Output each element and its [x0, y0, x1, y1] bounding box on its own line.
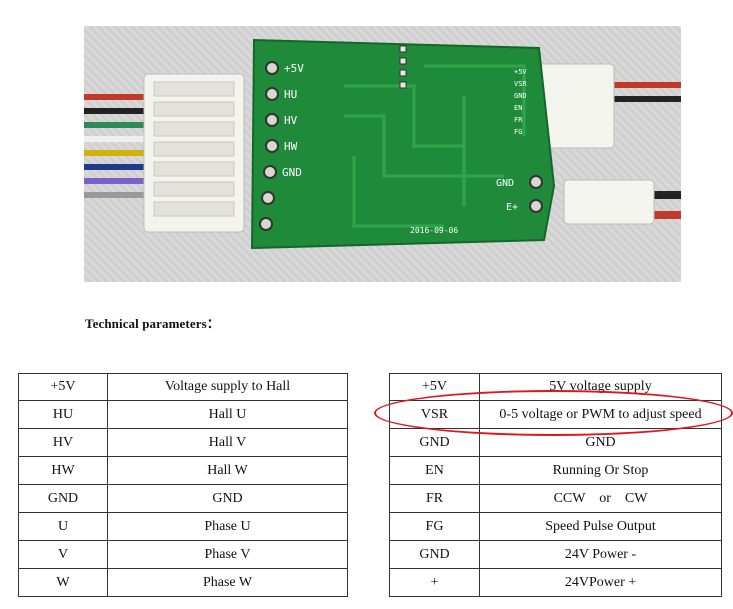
right-desc-cell: 5V voltage supply: [479, 373, 722, 401]
silkscreen-date: 2016-09-06: [410, 226, 458, 235]
right-pin-cell: EN: [389, 456, 480, 485]
left-desc-cell: GND: [107, 484, 348, 513]
technical-parameters-table: +5V Voltage supply to Hall +5V 5V voltage s…: [18, 373, 722, 597]
left-pin-cell: HV: [18, 428, 108, 457]
right-power-connector: [563, 179, 655, 225]
column-gap: [347, 373, 390, 401]
table-row: HU Hall U VSR 0-5 voltage or PWM to adjust …: [18, 400, 722, 429]
left-pin-cell: HU: [18, 400, 108, 429]
left-pin-cell: +5V: [18, 373, 108, 401]
pin-label-r-gnd: GND: [514, 92, 527, 100]
column-gap: [347, 484, 390, 513]
right-pin-cell: FR: [389, 484, 480, 513]
left-pin-cell: V: [18, 540, 108, 569]
pin-label-hw: HW: [284, 140, 298, 153]
column-gap: [347, 568, 390, 597]
technical-parameters-title: Technical parameters：: [85, 316, 220, 331]
table-row: U Phase U FG Speed Pulse Output: [18, 512, 722, 541]
table-row: HW Hall W EN Running Or Stop: [18, 456, 722, 485]
table-row: V Phase V GND 24V Power -: [18, 540, 722, 569]
right-pin-cell: +5V: [389, 373, 480, 401]
right-desc-cell: CCW or CW: [479, 484, 722, 513]
pcb-illustration: +5V HU HV HW GND +5V VSR GND EN FR FG GN…: [84, 38, 681, 250]
product-photo: +5V HU HV HW GND +5V VSR GND EN FR FG GN…: [84, 26, 681, 282]
column-gap: [347, 428, 390, 457]
pin-label-r-fg: FG: [514, 128, 522, 136]
power-label-eplus: E+: [506, 202, 518, 213]
right-desc-cell: 24VPower +: [479, 568, 722, 597]
right-desc-cell: 0-5 voltage or PWM to adjust speed: [479, 400, 722, 429]
table-row: +5V Voltage supply to Hall +5V 5V voltage s…: [18, 373, 722, 401]
right-desc-cell: GND: [479, 428, 722, 457]
left-desc-cell: Hall W: [107, 456, 348, 485]
pin-label-gnd: GND: [282, 166, 302, 179]
right-pin-cell: FG: [389, 512, 480, 541]
table-row: W Phase W +24VPower +: [18, 568, 722, 597]
left-pin-cell: W: [18, 568, 108, 597]
right-desc-cell: Running Or Stop: [479, 456, 722, 485]
column-gap: [347, 400, 390, 429]
left-desc-cell: Hall V: [107, 428, 348, 457]
left-desc-cell: Phase V: [107, 540, 348, 569]
left-desc-cell: Phase W: [107, 568, 348, 597]
left-desc-cell: Hall U: [107, 400, 348, 429]
left-desc-cell: Voltage supply to Hall: [107, 373, 348, 401]
table-row: HV Hall V GND GND: [18, 428, 722, 457]
pin-label-r-fr: FR: [514, 116, 523, 124]
pin-label-r-en: EN: [514, 104, 522, 112]
right-pin-cell: VSR: [389, 400, 480, 429]
pin-label-r-vsr: VSR: [514, 80, 527, 88]
right-pin-cell: GND: [389, 540, 480, 569]
right-pin-cell: GND: [389, 428, 480, 457]
column-gap: [347, 540, 390, 569]
right-desc-cell: Speed Pulse Output: [479, 512, 722, 541]
left-pin-cell: GND: [18, 484, 108, 513]
column-gap: [347, 456, 390, 485]
power-label-gnd: GND: [496, 178, 514, 189]
table-row: GND GND FR CCW or CW: [18, 484, 722, 513]
left-desc-cell: Phase U: [107, 512, 348, 541]
right-pin-cell: +: [389, 568, 480, 597]
left-pin-cell: U: [18, 512, 108, 541]
pin-label-hu: HU: [284, 88, 297, 101]
column-gap: [347, 512, 390, 541]
right-desc-cell: 24V Power -: [479, 540, 722, 569]
left-pin-cell: HW: [18, 456, 108, 485]
pin-label-5v: +5V: [284, 62, 304, 75]
pin-label-r-5v: +5V: [514, 68, 527, 76]
pin-label-hv: HV: [284, 114, 298, 127]
